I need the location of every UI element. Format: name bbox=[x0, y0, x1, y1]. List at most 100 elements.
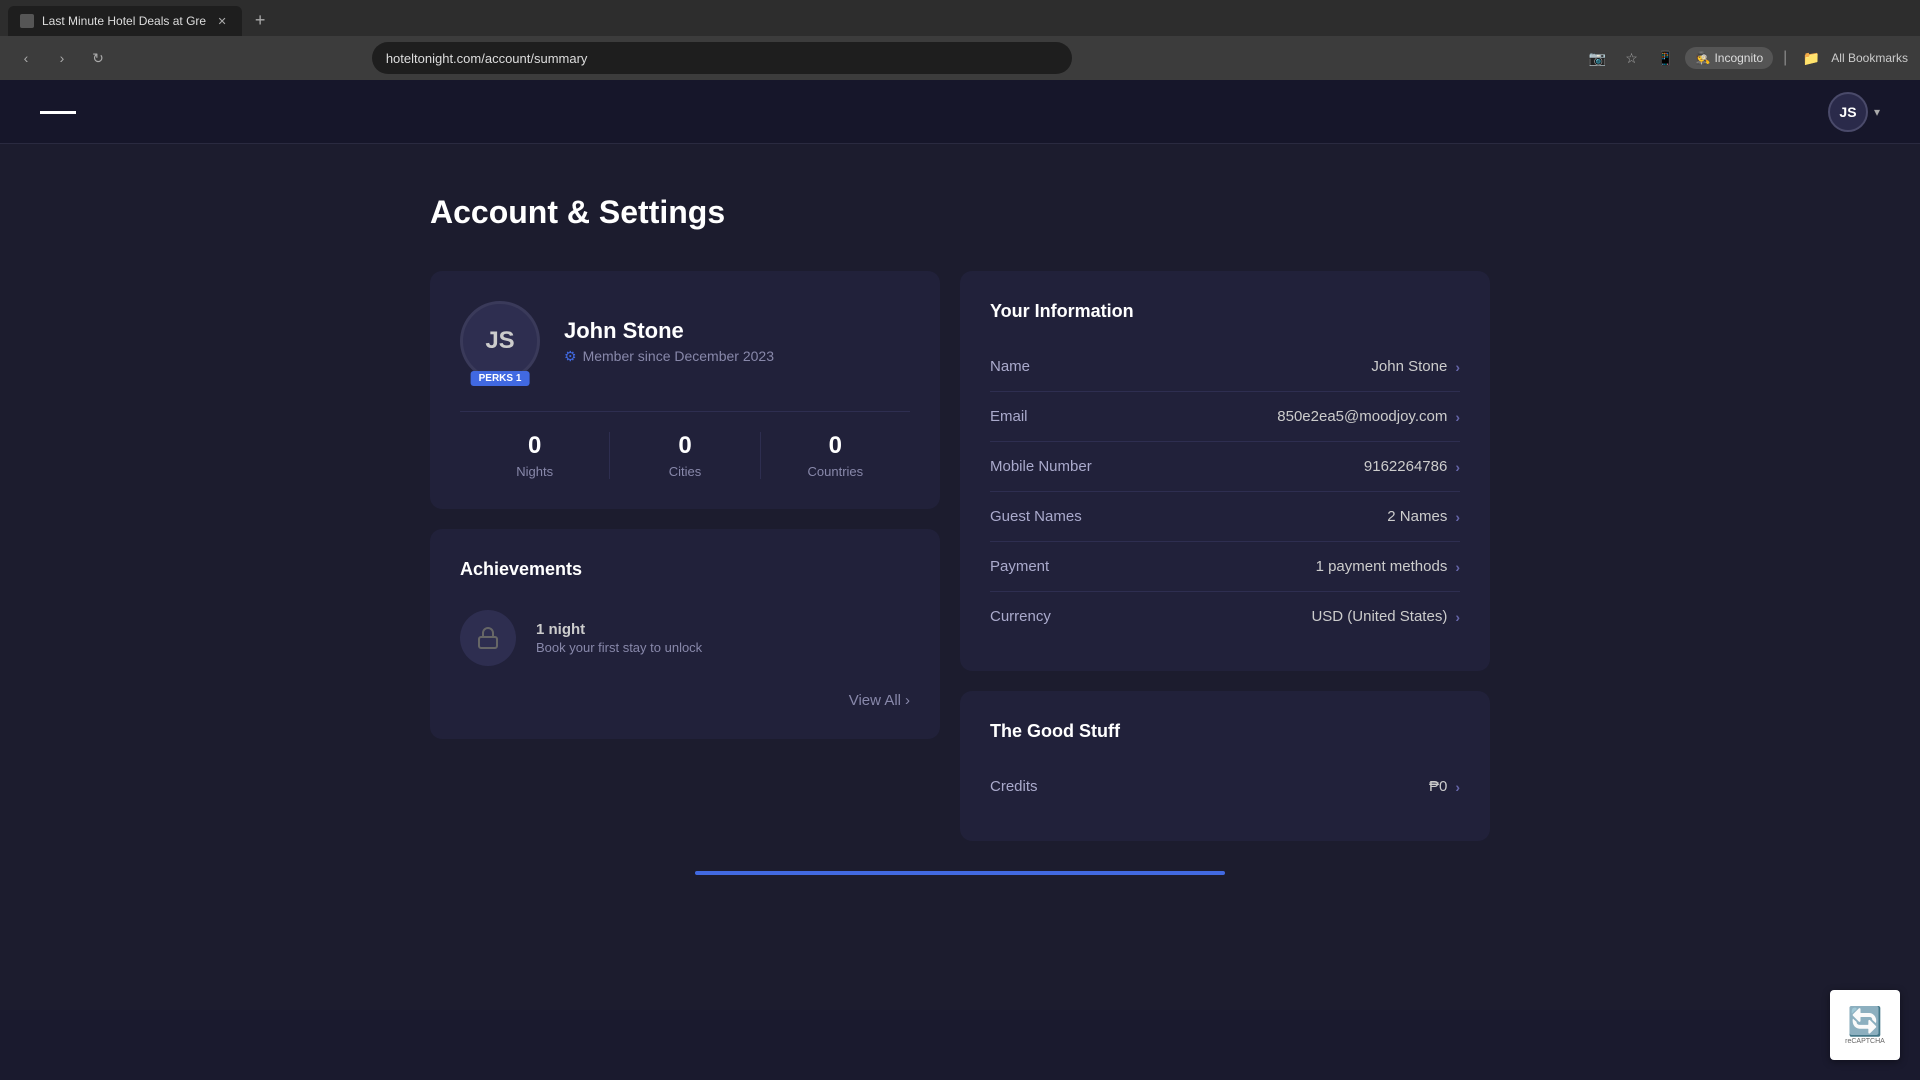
payment-chevron-icon: › bbox=[1455, 559, 1460, 575]
name-label: Name bbox=[990, 358, 1030, 375]
name-value-group: John Stone › bbox=[1371, 358, 1460, 375]
achievements-card: Achievements 1 night Book your first sta… bbox=[430, 529, 940, 739]
app-logo bbox=[40, 99, 80, 125]
bookmark-star-icon[interactable]: ☆ bbox=[1617, 44, 1645, 72]
right-panel: Your Information Name John Stone › Email… bbox=[960, 271, 1490, 861]
good-stuff-card: The Good Stuff Credits ₱0 › bbox=[960, 691, 1490, 841]
mobile-row[interactable]: Mobile Number 9162264786 › bbox=[990, 442, 1460, 492]
credits-row[interactable]: Credits ₱0 › bbox=[990, 762, 1460, 811]
payment-value-group: 1 payment methods › bbox=[1316, 558, 1460, 575]
achievement-text: 1 night Book your first stay to unlock bbox=[536, 621, 702, 655]
incognito-icon: 🕵 bbox=[1695, 51, 1710, 65]
your-information-card: Your Information Name John Stone › Email… bbox=[960, 271, 1490, 671]
guest-names-label: Guest Names bbox=[990, 508, 1082, 525]
currency-chevron-icon: › bbox=[1455, 609, 1460, 625]
user-menu[interactable]: JS ▾ bbox=[1828, 92, 1880, 132]
profile-name: John Stone bbox=[564, 318, 774, 344]
new-tab-button[interactable]: + bbox=[246, 6, 274, 34]
mobile-value: 9162264786 bbox=[1364, 458, 1447, 475]
avatar-initials: JS bbox=[485, 327, 514, 355]
tab-close-button[interactable]: ✕ bbox=[214, 13, 230, 29]
device-icon[interactable]: 📱 bbox=[1651, 44, 1679, 72]
your-information-title: Your Information bbox=[990, 301, 1460, 322]
countries-value: 0 bbox=[771, 432, 900, 460]
mobile-label: Mobile Number bbox=[990, 458, 1092, 475]
countries-stat: 0 Countries bbox=[760, 432, 910, 479]
camera-icon[interactable]: 📷 bbox=[1583, 44, 1611, 72]
app-header: JS ▾ bbox=[0, 80, 1920, 144]
currency-value-group: USD (United States) › bbox=[1311, 608, 1460, 625]
back-button[interactable]: ‹ bbox=[12, 44, 40, 72]
logo-dash bbox=[40, 111, 76, 114]
achievement-icon bbox=[460, 610, 516, 666]
folder-icon[interactable]: 📁 bbox=[1797, 44, 1825, 72]
guest-names-value-group: 2 Names › bbox=[1387, 508, 1460, 525]
good-stuff-title: The Good Stuff bbox=[990, 721, 1460, 742]
cities-value: 0 bbox=[620, 432, 749, 460]
cities-label: Cities bbox=[620, 464, 749, 479]
name-value: John Stone bbox=[1371, 358, 1447, 375]
verified-icon: ⚙ bbox=[564, 348, 577, 365]
cities-stat: 0 Cities bbox=[609, 432, 759, 479]
guest-names-value: 2 Names bbox=[1387, 508, 1447, 525]
page-title: Account & Settings bbox=[430, 194, 1490, 231]
email-chevron-icon: › bbox=[1455, 409, 1460, 425]
payment-value: 1 payment methods bbox=[1316, 558, 1448, 575]
email-value: 850e2ea5@moodjoy.com bbox=[1277, 408, 1447, 425]
page-content: JS ▾ Account & Settings JS PERKS 1 John … bbox=[0, 80, 1920, 1010]
payment-row[interactable]: Payment 1 payment methods › bbox=[990, 542, 1460, 592]
nights-value: 0 bbox=[470, 432, 599, 460]
currency-row[interactable]: Currency USD (United States) › bbox=[990, 592, 1460, 641]
guest-names-row[interactable]: Guest Names 2 Names › bbox=[990, 492, 1460, 542]
browser-chrome: Last Minute Hotel Deals at Gre ✕ + ‹ › ↻… bbox=[0, 0, 1920, 80]
mobile-value-group: 9162264786 › bbox=[1364, 458, 1460, 475]
nights-stat: 0 Nights bbox=[460, 432, 609, 479]
reload-button[interactable]: ↻ bbox=[84, 44, 112, 72]
email-label: Email bbox=[990, 408, 1028, 425]
avatar[interactable]: JS bbox=[1828, 92, 1868, 132]
forward-button[interactable]: › bbox=[48, 44, 76, 72]
view-all-label: View All bbox=[849, 692, 901, 709]
perks-badge: PERKS 1 bbox=[471, 371, 530, 386]
achievement-description: Book your first stay to unlock bbox=[536, 640, 702, 655]
chevron-down-icon: ▾ bbox=[1874, 105, 1880, 119]
credits-label: Credits bbox=[990, 778, 1038, 795]
currency-label: Currency bbox=[990, 608, 1051, 625]
tab-bar: Last Minute Hotel Deals at Gre ✕ + bbox=[0, 0, 1920, 36]
lock-icon bbox=[476, 626, 500, 650]
scroll-indicator bbox=[695, 871, 1225, 875]
view-all-chevron: › bbox=[905, 692, 910, 709]
bookmarks-label: All Bookmarks bbox=[1831, 51, 1908, 65]
profile-card: JS PERKS 1 John Stone ⚙ Member since Dec… bbox=[430, 271, 940, 509]
recaptcha-text: reCAPTCHA bbox=[1845, 1038, 1885, 1045]
credits-value-group: ₱0 › bbox=[1429, 778, 1460, 795]
left-column: JS PERKS 1 John Stone ⚙ Member since Dec… bbox=[430, 271, 940, 861]
credits-value: ₱0 bbox=[1429, 778, 1447, 795]
recaptcha-logo: 🔄 bbox=[1845, 1005, 1885, 1038]
tab-title: Last Minute Hotel Deals at Gre bbox=[42, 14, 206, 28]
view-all-link[interactable]: View All › bbox=[460, 676, 910, 709]
recaptcha-widget[interactable]: 🔄 reCAPTCHA bbox=[1830, 990, 1900, 1060]
stats-row: 0 Nights 0 Cities 0 Countries bbox=[460, 411, 910, 479]
email-row[interactable]: Email 850e2ea5@moodjoy.com › bbox=[990, 392, 1460, 442]
incognito-label: Incognito bbox=[1714, 51, 1763, 65]
profile-header: JS PERKS 1 John Stone ⚙ Member since Dec… bbox=[460, 301, 910, 381]
countries-label: Countries bbox=[771, 464, 900, 479]
tab-favicon bbox=[20, 14, 34, 28]
guest-names-chevron-icon: › bbox=[1455, 509, 1460, 525]
mobile-chevron-icon: › bbox=[1455, 459, 1460, 475]
achievement-title: 1 night bbox=[536, 621, 702, 638]
credits-chevron-icon: › bbox=[1455, 779, 1460, 795]
achievements-title: Achievements bbox=[460, 559, 910, 580]
url-text: hoteltonight.com/account/summary bbox=[386, 51, 588, 66]
profile-avatar: JS PERKS 1 bbox=[460, 301, 540, 381]
incognito-button[interactable]: 🕵 Incognito bbox=[1685, 47, 1773, 69]
recaptcha-inner: 🔄 reCAPTCHA bbox=[1845, 1005, 1885, 1045]
content-grid: JS PERKS 1 John Stone ⚙ Member since Dec… bbox=[430, 271, 1490, 861]
address-bar[interactable]: hoteltonight.com/account/summary bbox=[372, 42, 1072, 74]
active-tab[interactable]: Last Minute Hotel Deals at Gre ✕ bbox=[8, 6, 242, 36]
toolbar-right: 📷 ☆ 📱 🕵 Incognito | 📁 All Bookmarks bbox=[1583, 44, 1908, 72]
name-chevron-icon: › bbox=[1455, 359, 1460, 375]
name-row[interactable]: Name John Stone › bbox=[990, 342, 1460, 392]
browser-toolbar: ‹ › ↻ hoteltonight.com/account/summary 📷… bbox=[0, 36, 1920, 80]
